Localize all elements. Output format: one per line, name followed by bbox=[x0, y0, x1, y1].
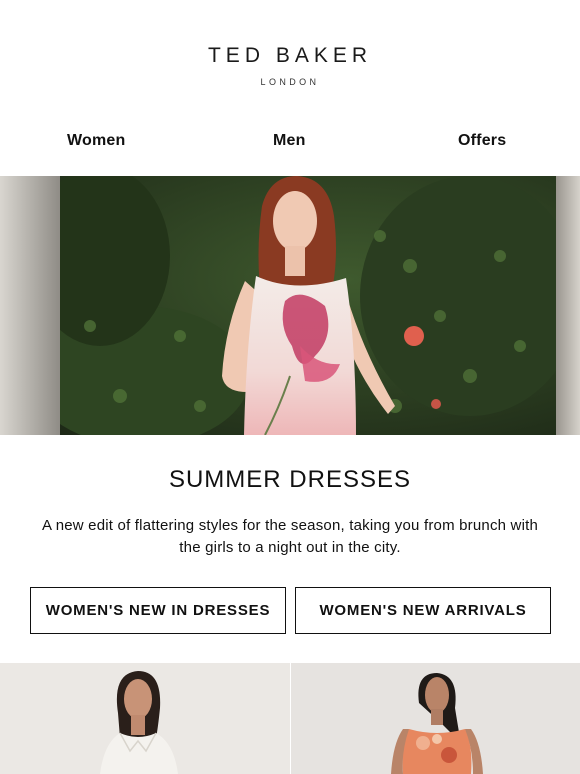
hero-photo bbox=[0, 176, 580, 435]
product-photo-floral-dress bbox=[391, 673, 483, 774]
brand-name: TED BAKER bbox=[207, 44, 373, 67]
product-card-white-dress[interactable] bbox=[0, 663, 290, 774]
brand-logo[interactable]: TED BAKER LONDON bbox=[0, 44, 580, 87]
hero-image[interactable] bbox=[0, 176, 580, 435]
brand-location: LONDON bbox=[260, 77, 320, 87]
product-photo-white-dress bbox=[100, 671, 178, 774]
nav-item-women[interactable]: Women bbox=[67, 132, 125, 150]
product-card-floral-dress[interactable] bbox=[291, 663, 580, 774]
main-nav: Women Men Offers bbox=[0, 132, 580, 154]
section-headline: SUMMER DRESSES bbox=[168, 466, 412, 493]
nav-item-men[interactable]: Men bbox=[273, 132, 306, 150]
section-body-copy: A new edit of flattering styles for the … bbox=[41, 517, 539, 556]
product-grid bbox=[0, 663, 580, 774]
womens-new-in-dresses-button[interactable]: WOMEN'S NEW IN DRESSES bbox=[30, 587, 286, 634]
womens-new-arrivals-button[interactable]: WOMEN'S NEW ARRIVALS bbox=[295, 587, 551, 634]
nav-item-offers[interactable]: Offers bbox=[458, 132, 506, 150]
